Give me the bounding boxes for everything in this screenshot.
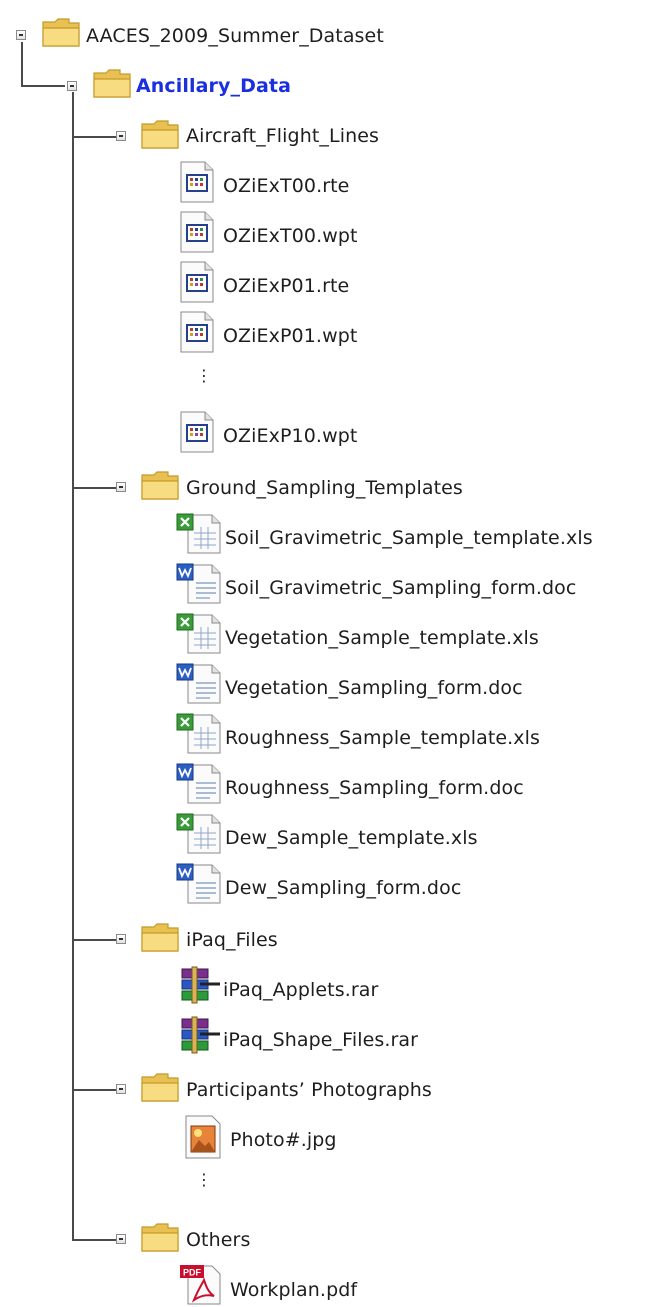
- tree-connector: [72, 487, 116, 489]
- collapse-toggle-ipaq[interactable]: [116, 934, 126, 944]
- file-label[interactable]: iPaq_Shape_Files.rar: [223, 1028, 418, 1052]
- collapse-toggle-root[interactable]: [16, 30, 26, 40]
- folder-icon[interactable]: [141, 922, 179, 952]
- file-label[interactable]: OZiExP01.rte: [223, 274, 349, 298]
- collapse-toggle-aircraft[interactable]: [116, 131, 126, 141]
- excel-file-icon[interactable]: [174, 611, 224, 655]
- more-items-ellipsis: ⋮: [196, 366, 212, 385]
- file-label[interactable]: Workplan.pdf: [230, 1278, 357, 1302]
- tree-connector: [72, 1089, 116, 1091]
- folder-icon[interactable]: [141, 1072, 179, 1102]
- folder-label-ground-sampling-templates[interactable]: Ground_Sampling_Templates: [186, 476, 463, 500]
- folder-icon[interactable]: [141, 1222, 179, 1252]
- collapse-toggle-photographs[interactable]: [116, 1084, 126, 1094]
- tree-connector: [72, 136, 116, 138]
- collapse-toggle-others[interactable]: [116, 1234, 126, 1244]
- file-label[interactable]: Vegetation_Sample_template.xls: [225, 626, 539, 650]
- word-file-icon[interactable]: [174, 561, 224, 605]
- image-file-icon[interactable]: [184, 1114, 224, 1160]
- excel-file-icon[interactable]: [174, 511, 224, 555]
- tree-connector: [72, 1239, 116, 1241]
- folder-icon[interactable]: [141, 119, 179, 149]
- file-label[interactable]: Soil_Gravimetric_Sample_template.xls: [225, 526, 593, 550]
- word-file-icon[interactable]: [174, 661, 224, 705]
- file-label[interactable]: Dew_Sampling_form.doc: [225, 876, 461, 900]
- file-label[interactable]: OZiExT00.wpt: [223, 224, 358, 248]
- folder-icon[interactable]: [42, 17, 80, 47]
- folder-label-ancillary-data[interactable]: Ancillary_Data: [136, 74, 291, 98]
- collapse-toggle-ground-sampling[interactable]: [116, 482, 126, 492]
- tree-connector: [21, 85, 65, 87]
- word-file-icon[interactable]: [174, 861, 224, 905]
- folder-label-ipaq-files[interactable]: iPaq_Files: [186, 928, 278, 952]
- file-label[interactable]: Dew_Sample_template.xls: [225, 826, 478, 850]
- file-label[interactable]: Soil_Gravimetric_Sampling_form.doc: [225, 576, 576, 600]
- rar-archive-icon[interactable]: [178, 966, 222, 1004]
- tree-connector: [21, 42, 23, 87]
- excel-file-icon[interactable]: [174, 711, 224, 755]
- data-file-icon[interactable]: [179, 210, 215, 254]
- data-file-icon[interactable]: [179, 160, 215, 204]
- collapse-toggle-ancillary[interactable]: [67, 81, 77, 91]
- folder-icon[interactable]: [141, 470, 179, 500]
- folder-label-participants-photographs[interactable]: Participants’ Photographs: [186, 1078, 432, 1102]
- file-label[interactable]: iPaq_Applets.rar: [223, 978, 378, 1002]
- data-file-icon[interactable]: [179, 410, 215, 454]
- file-label[interactable]: OZiExP10.wpt: [223, 424, 357, 448]
- folder-label-aircraft-flight-lines[interactable]: Aircraft_Flight_Lines: [186, 124, 379, 148]
- tree-connector: [72, 92, 74, 1239]
- folder-icon[interactable]: [93, 68, 131, 98]
- folder-label-root[interactable]: AACES_2009_Summer_Dataset: [86, 24, 384, 48]
- folder-tree: AACES_2009_Summer_Dataset Ancillary_Data…: [0, 0, 649, 1307]
- folder-label-others[interactable]: Others: [186, 1228, 250, 1252]
- file-label[interactable]: Photo#.jpg: [230, 1128, 337, 1152]
- rar-archive-icon[interactable]: [178, 1016, 222, 1054]
- file-label[interactable]: Roughness_Sample_template.xls: [225, 726, 540, 750]
- pdf-file-icon[interactable]: PDF: [178, 1262, 224, 1306]
- file-label[interactable]: OZiExT00.rte: [223, 174, 349, 198]
- tree-connector: [72, 939, 116, 941]
- file-label[interactable]: Vegetation_Sampling_form.doc: [225, 676, 523, 700]
- file-label[interactable]: Roughness_Sampling_form.doc: [225, 776, 524, 800]
- excel-file-icon[interactable]: [174, 811, 224, 855]
- file-label[interactable]: OZiExP01.wpt: [223, 324, 357, 348]
- more-items-ellipsis: ⋮: [196, 1170, 212, 1189]
- data-file-icon[interactable]: [179, 310, 215, 354]
- svg-text:PDF: PDF: [183, 1268, 202, 1278]
- data-file-icon[interactable]: [179, 260, 215, 304]
- word-file-icon[interactable]: [174, 761, 224, 805]
